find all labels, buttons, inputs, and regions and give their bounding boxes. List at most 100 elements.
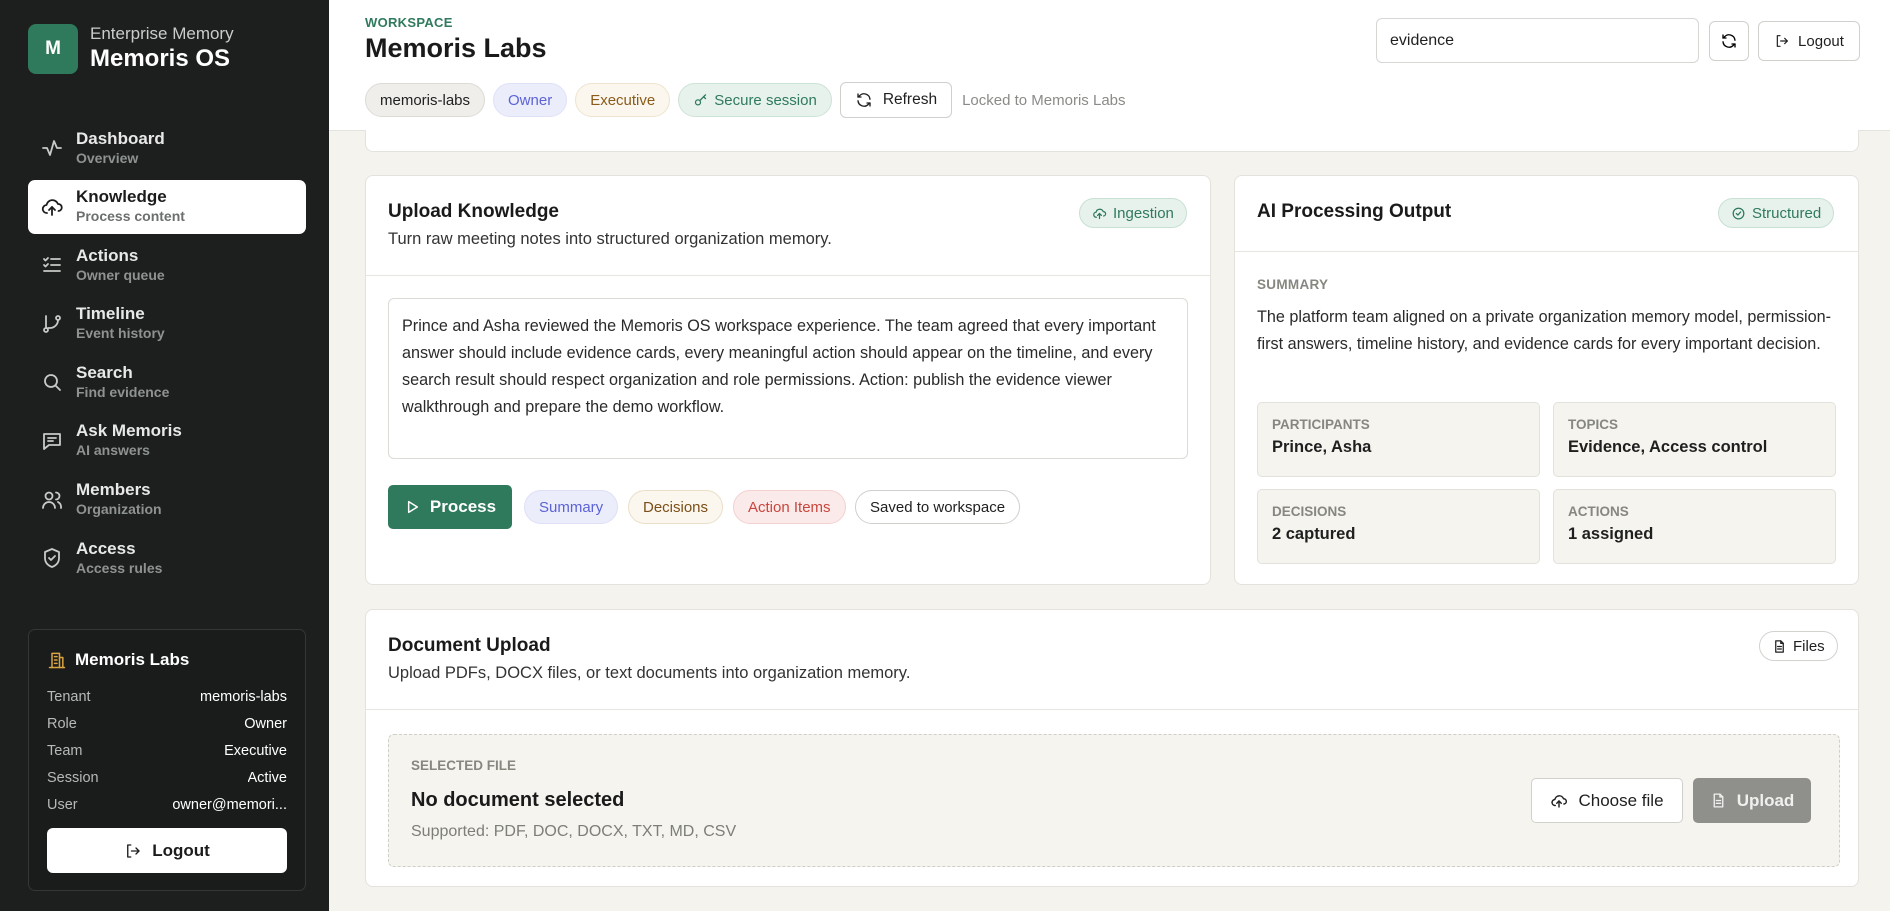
org-row-user: User owner@memori...	[47, 796, 287, 813]
document-upload-title: Document Upload	[388, 635, 551, 656]
brand-logo: M	[28, 24, 78, 74]
sidebar-item-knowledge[interactable]: Knowledge Process content	[28, 179, 306, 234]
sidebar-item-label: Knowledge	[76, 187, 167, 207]
saved-status-tag: Saved to workspace	[855, 490, 1021, 524]
sidebar-item-label: Members	[76, 480, 151, 500]
refresh-icon	[855, 91, 873, 109]
topics-stat: TOPICS Evidence, Access control	[1553, 402, 1836, 477]
sidebar-item-sub: Process content	[76, 208, 185, 225]
file-icon	[1710, 792, 1727, 809]
upload-knowledge-subtitle: Turn raw meeting notes into structured o…	[388, 230, 832, 248]
page-title: Memoris Labs	[365, 33, 547, 63]
header-panel-edge	[365, 130, 1859, 152]
supported-formats: Supported: PDF, DOC, DOCX, TXT, MD, CSV	[411, 823, 737, 840]
sidebar-nav: Dashboard Overview Knowledge Process con…	[28, 121, 306, 590]
summary-text: The platform team aligned on a private o…	[1257, 308, 1832, 353]
sidebar-item-sub: Access rules	[76, 559, 163, 576]
sidebar-item-sub: Overview	[76, 149, 139, 166]
organization-details: Tenant memoris-labs Role Owner Team Executi…	[47, 683, 287, 818]
choose-file-button[interactable]: Choose file	[1531, 778, 1683, 823]
sidebar-item-ask-memoris[interactable]: Ask Memoris AI answers	[28, 414, 306, 468]
card-divider	[1235, 251, 1858, 252]
summary-tag: Summary	[524, 490, 619, 524]
sidebar-item-members[interactable]: Members Organization	[28, 473, 306, 527]
header-logout-button[interactable]: Logout	[1758, 21, 1860, 61]
org-row-tenant: Tenant memoris-labs	[47, 688, 287, 705]
logout-icon	[124, 842, 142, 860]
sidebar-item-search[interactable]: Search Find evidence	[28, 355, 306, 409]
cloud-upload-icon	[1092, 206, 1107, 221]
refresh-button[interactable]: Refresh	[839, 82, 953, 118]
meeting-notes-textarea[interactable]: Prince and Asha reviewed the Memoris OS …	[388, 298, 1188, 459]
sidebar-item-access[interactable]: Access Access rules	[28, 531, 306, 585]
brand: M Enterprise Memory Memoris OS	[28, 24, 234, 74]
refresh-icon	[1720, 32, 1738, 50]
sync-button[interactable]	[1709, 21, 1749, 61]
document-upload-card: Document Upload Upload PDFs, DOCX files,…	[365, 609, 1859, 887]
header-eyebrow: WORKSPACE	[365, 15, 453, 30]
message-icon	[40, 429, 64, 453]
action-items-tag: Action Items	[733, 490, 846, 524]
check-circle-icon	[1731, 206, 1746, 221]
sidebar-item-label: Search	[76, 362, 133, 382]
cloud-upload-icon	[1550, 792, 1568, 810]
files-badge: Files	[1759, 631, 1838, 661]
file-icon	[1772, 639, 1787, 654]
sidebar-item-actions[interactable]: Actions Owner queue	[28, 238, 306, 292]
sidebar-item-label: Access	[76, 538, 136, 558]
selected-file-value: No document selected	[411, 789, 625, 811]
selected-file-label: SELECTED FILE	[411, 758, 517, 773]
git-branch-icon	[40, 312, 64, 336]
sidebar-item-sub: Event history	[76, 325, 165, 342]
sidebar-item-label: Timeline	[76, 304, 145, 324]
key-icon	[693, 93, 708, 108]
brand-title: Memoris OS	[90, 45, 231, 72]
activity-icon	[40, 136, 64, 160]
upload-button[interactable]: Upload	[1693, 778, 1811, 823]
file-drop-zone[interactable]: SELECTED FILE No document selected Suppo…	[388, 734, 1840, 867]
logout-icon	[1774, 33, 1790, 49]
sidebar-item-label: Actions	[76, 245, 139, 265]
tenant-chip: memoris-labs	[365, 83, 486, 117]
users-icon	[40, 488, 64, 512]
locked-status: Locked to Memoris Labs	[962, 91, 1126, 109]
summary-label: SUMMARY	[1257, 277, 1329, 292]
card-divider	[366, 275, 1210, 276]
cloud-upload-icon	[40, 195, 64, 219]
search-input[interactable]	[1376, 18, 1699, 63]
participants-stat: PARTICIPANTS Prince, Asha	[1257, 402, 1540, 477]
building-icon	[47, 650, 67, 670]
document-upload-subtitle: Upload PDFs, DOCX files, or text documen…	[388, 664, 911, 682]
sidebar-item-sub: Find evidence	[76, 383, 170, 400]
play-icon	[404, 499, 420, 515]
sidebar-item-label: Ask Memoris	[76, 421, 182, 441]
sidebar-item-dashboard[interactable]: Dashboard Overview	[28, 121, 306, 175]
sidebar-item-timeline[interactable]: Timeline Event history	[28, 297, 306, 351]
logout-label: Logout	[152, 840, 210, 860]
sidebar-item-label: Dashboard	[76, 128, 165, 148]
role-chip: Owner	[493, 83, 568, 117]
sidebar-item-sub: Organization	[76, 501, 162, 518]
sidebar-logout-button[interactable]: Logout	[47, 828, 287, 873]
ai-output-title: AI Processing Output	[1257, 201, 1452, 222]
checklist-icon	[40, 253, 64, 277]
sidebar: M Enterprise Memory Memoris OS Dashboard…	[0, 0, 329, 911]
decisions-stat: DECISIONS 2 captured	[1257, 489, 1540, 564]
upload-knowledge-title: Upload Knowledge	[388, 201, 559, 222]
upload-knowledge-card: Upload Knowledge Turn raw meeting notes …	[365, 175, 1211, 585]
sidebar-item-sub: AI answers	[76, 442, 150, 459]
org-row-role: Role Owner	[47, 715, 287, 732]
decisions-tag: Decisions	[628, 490, 724, 524]
structured-badge: Structured	[1718, 198, 1835, 228]
org-row-session: Session Active	[47, 769, 287, 786]
search-icon	[40, 370, 64, 394]
secure-session-chip: Secure session	[678, 83, 832, 117]
organization-name: Memoris Labs	[75, 650, 190, 669]
card-divider	[366, 709, 1858, 710]
sidebar-item-sub: Owner queue	[76, 266, 165, 283]
actions-stat: ACTIONS 1 assigned	[1553, 489, 1836, 564]
page-header: WORKSPACE Memoris Labs memoris-labs Owne…	[329, 0, 1890, 131]
ingestion-badge: Ingestion	[1079, 198, 1187, 228]
process-button[interactable]: Process	[388, 485, 512, 529]
organization-card: Memoris Labs Tenant memoris-labs Role Owne…	[28, 629, 306, 891]
